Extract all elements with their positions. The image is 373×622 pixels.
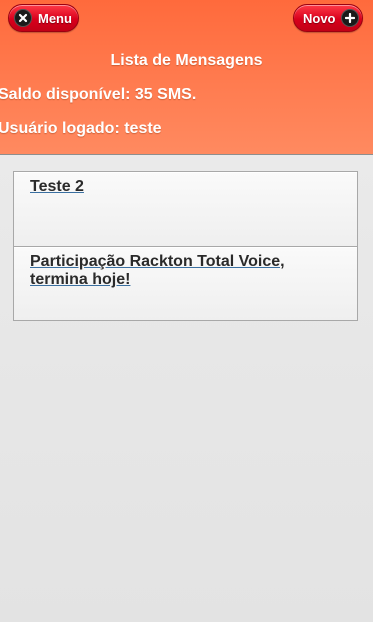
menu-button[interactable]: Menu xyxy=(8,4,79,32)
new-message-button[interactable]: Novo xyxy=(293,4,363,32)
new-button-label: Novo xyxy=(303,10,336,26)
message-link[interactable]: Participação Rackton Total Voice, termin… xyxy=(30,253,341,289)
header-bar: Menu Novo Lista de Mensagens Saldo dispo… xyxy=(0,0,373,155)
list-item[interactable]: Participação Rackton Total Voice, termin… xyxy=(14,246,357,320)
balance-text: Saldo disponível: 35 SMS. xyxy=(0,86,197,103)
menu-button-label: Menu xyxy=(38,10,72,26)
page-title: Lista de Mensagens xyxy=(110,52,263,69)
close-x-icon xyxy=(14,9,32,27)
message-list: Teste 2 Participação Rackton Total Voice… xyxy=(13,171,358,321)
list-item[interactable]: Teste 2 xyxy=(14,172,357,246)
logged-user-text: Usuário logado: teste xyxy=(0,120,162,137)
message-link[interactable]: Teste 2 xyxy=(30,178,84,196)
plus-icon xyxy=(340,9,359,27)
